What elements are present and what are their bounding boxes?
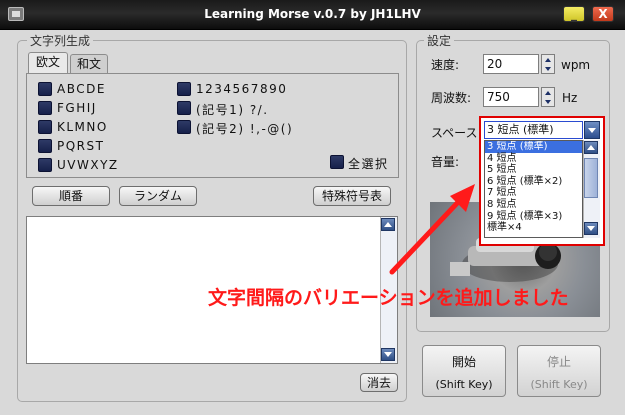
start-button[interactable]: 開始 (Shift Key): [422, 345, 506, 397]
frequency-stepper[interactable]: [541, 87, 555, 107]
space-option[interactable]: 5 短点: [485, 164, 582, 176]
output-text: [27, 217, 397, 221]
checkbox-label-uvwxyz: UVWXYZ: [57, 158, 119, 172]
checkbox-uvwxyz[interactable]: [38, 158, 52, 172]
title-bar: Learning Morse v.0.7 by JH1LHV _ X: [0, 0, 625, 30]
checkbox-select-all[interactable]: [330, 155, 344, 169]
close-button[interactable]: X: [592, 6, 614, 22]
space-option[interactable]: 3 短点 (標準): [485, 141, 582, 153]
scroll-down-icon[interactable]: [381, 348, 395, 361]
speed-field[interactable]: 20: [483, 54, 539, 74]
stop-button[interactable]: 停止 (Shift Key): [517, 345, 601, 397]
checkbox-symbols-1[interactable]: [177, 101, 191, 115]
speed-stepper[interactable]: [541, 54, 555, 74]
window-title: Learning Morse v.0.7 by JH1LHV: [204, 7, 421, 21]
order-button[interactable]: 順番: [32, 186, 110, 206]
annotation-text: 文字間隔のバリエーションを追加しました: [208, 287, 569, 309]
start-button-label: 開始: [451, 355, 476, 369]
speed-label: 速度:: [431, 58, 460, 72]
space-select[interactable]: 3 短点 (標準): [484, 121, 583, 139]
space-option[interactable]: 9 短点 (標準×3): [485, 211, 582, 223]
checkbox-digits[interactable]: [177, 82, 191, 96]
stop-button-shortcut: (Shift Key): [530, 378, 588, 391]
checkbox-label-digits: 1234567890: [196, 82, 288, 96]
checkbox-klmno[interactable]: [38, 120, 52, 134]
start-button-shortcut: (Shift Key): [435, 378, 493, 391]
checkbox-label-pqrst: PQRST: [57, 139, 105, 153]
scroll-thumb[interactable]: [584, 158, 598, 198]
space-option[interactable]: 標準×4: [485, 222, 582, 234]
chevron-up-icon[interactable]: [542, 55, 554, 64]
chevron-down-icon[interactable]: [542, 97, 554, 106]
space-dropdown-button[interactable]: [584, 121, 600, 139]
space-option[interactable]: 4 短点: [485, 153, 582, 165]
frequency-label: 周波数:: [431, 91, 472, 105]
chevron-down-icon[interactable]: [542, 64, 554, 73]
speed-unit: wpm: [561, 58, 591, 72]
tab-english[interactable]: 欧文: [28, 52, 68, 74]
checkbox-abcde[interactable]: [38, 82, 52, 96]
random-button[interactable]: ランダム: [119, 186, 197, 206]
checkbox-label-symbols-2: (記号2) !,-@(): [196, 122, 294, 136]
space-option[interactable]: 7 短点: [485, 187, 582, 199]
checkbox-label-symbols-1: (記号1) ?/.: [196, 103, 269, 117]
frequency-unit: Hz: [562, 91, 578, 105]
checkbox-symbols-2[interactable]: [177, 120, 191, 134]
checkbox-label-fghij: FGHIJ: [57, 101, 97, 115]
settings-group-title: 設定: [424, 32, 455, 49]
minimize-button[interactable]: _: [563, 6, 585, 22]
scroll-up-icon[interactable]: [584, 141, 598, 154]
generation-group-title: 文字列生成: [27, 32, 94, 49]
frequency-field[interactable]: 750: [483, 87, 539, 107]
chevron-up-icon[interactable]: [542, 88, 554, 97]
checkbox-label-abcde: ABCDE: [57, 82, 106, 96]
volume-label: 音量:: [431, 155, 460, 169]
space-option[interactable]: 6 短点 (標準×2): [485, 176, 582, 188]
stop-button-label: 停止: [546, 355, 571, 369]
space-label: スペース: [431, 126, 478, 140]
scroll-down-icon[interactable]: [584, 222, 598, 235]
clear-button[interactable]: 消去: [360, 373, 398, 392]
space-options-list: 3 短点 (標準) 4 短点 5 短点 6 短点 (標準×2) 7 短点 8 短…: [484, 140, 583, 238]
space-option[interactable]: 8 短点: [485, 199, 582, 211]
annotation-arrow: [389, 184, 475, 275]
checkbox-fghij[interactable]: [38, 101, 52, 115]
tab-japanese[interactable]: 和文: [70, 54, 108, 74]
checkbox-pqrst[interactable]: [38, 139, 52, 153]
checkbox-label-klmno: KLMNO: [57, 120, 108, 134]
